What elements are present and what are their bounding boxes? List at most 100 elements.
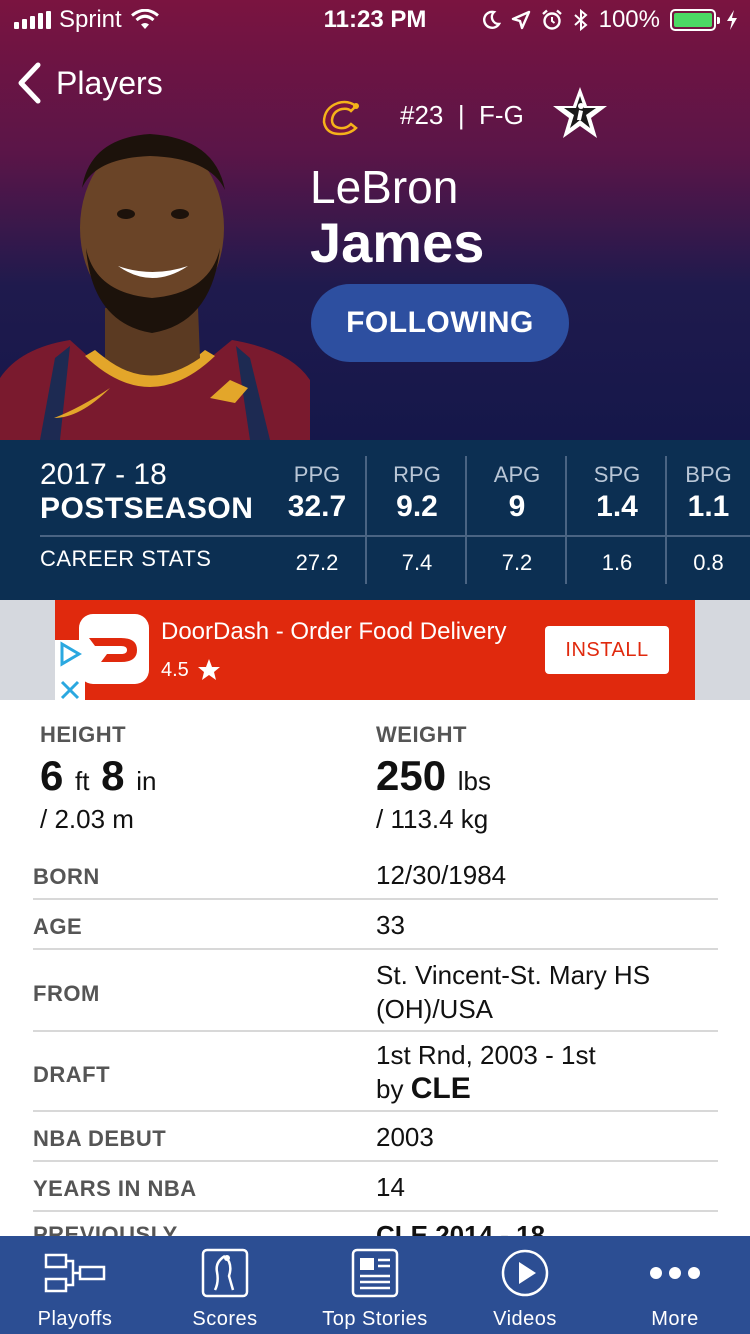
star-icon [197, 659, 220, 680]
stat-season-value: 9.2 [396, 490, 438, 523]
charging-icon [727, 10, 737, 30]
weight-unit: lbs [457, 766, 491, 796]
ad-choices[interactable] [55, 640, 85, 700]
bio-row-years: YEARS IN NBA 14 [33, 1162, 718, 1212]
bio-value: 14 [376, 1172, 405, 1202]
bio-row-from: FROM St. Vincent-St. Mary HS (OH)/USA [33, 950, 718, 1032]
bio-value: 12/30/1984 [376, 860, 507, 890]
from-line-1: St. Vincent-St. Mary HS [376, 960, 651, 990]
height-feet-unit: ft [75, 766, 90, 796]
stat-column-spg: SPG 1.4 1.6 [567, 456, 667, 584]
tab-playoffs[interactable]: Playoffs [0, 1236, 150, 1334]
stat-season-value: 1.4 [596, 490, 638, 523]
player-bio: HEIGHT 6 ft 8 in / 2.03 m WEIGHT 250 lbs… [0, 700, 750, 1236]
bio-key: FROM [33, 981, 100, 1006]
following-button[interactable]: FOLLOWING [311, 284, 569, 362]
location-icon [511, 10, 530, 30]
bio-row-debut: NBA DEBUT 2003 [33, 1112, 718, 1162]
ad-rating: 4.5 [161, 658, 221, 682]
bio-row-previously: PREVIOUSLY CLE 2014 - 18 [33, 1212, 718, 1236]
weight-metric: / 113.4 kg [376, 804, 489, 834]
bio-row-draft: DRAFT 1st Rnd, 2003 - 1st by CLE [33, 1032, 718, 1112]
player-headshot [0, 134, 310, 440]
tab-scores[interactable]: Scores [150, 1236, 300, 1334]
from-line-2: (OH)/USA [376, 994, 493, 1024]
battery-icon [670, 9, 720, 31]
draft-team-link[interactable]: CLE [411, 1072, 471, 1105]
bio-row-born: BORN 12/30/1984 [33, 852, 718, 900]
back-button[interactable]: Players [16, 62, 163, 104]
season-label: 2017 - 18 [40, 458, 167, 491]
height-label: HEIGHT [40, 722, 127, 747]
jersey-number-position: #23 | F-G [400, 100, 524, 130]
weight-number: 250 [376, 752, 447, 799]
bio-value: 33 [376, 910, 405, 940]
tab-label: Playoffs [37, 1308, 113, 1330]
bracket-icon [44, 1253, 106, 1293]
stat-career-value: 7.2 [501, 550, 533, 575]
battery-percent: 100% [598, 6, 660, 33]
bio-value: 2003 [376, 1122, 434, 1152]
bio-key: DRAFT [33, 1062, 111, 1087]
alarm-icon [541, 9, 562, 30]
stat-label: APG [493, 462, 541, 487]
news-icon [351, 1248, 399, 1298]
tab-more[interactable]: More [600, 1236, 750, 1334]
stats-panel: 2017 - 18 POSTSEASON CAREER STATS PPG 32… [0, 440, 750, 600]
stat-label: RPG [393, 462, 441, 487]
status-right: 100% [481, 6, 738, 34]
all-star-icon [553, 87, 607, 138]
season-type-label: POSTSEASON [40, 492, 254, 525]
bio-key: NBA DEBUT [33, 1126, 167, 1151]
bluetooth-icon [573, 8, 588, 32]
ad-banner: DoorDash - Order Food Delivery 4.5 INSTA… [0, 600, 750, 700]
stat-label: SPG [593, 462, 641, 487]
tab-label: More [651, 1308, 699, 1330]
tab-top-stories[interactable]: Top Stories [300, 1236, 450, 1334]
team-logo-icon [322, 100, 359, 136]
bio-value: 1st Rnd, 2003 - 1st by CLE [376, 1038, 596, 1106]
stat-column-bpg: BPG 1.1 0.8 [667, 456, 750, 584]
stat-label: BPG [685, 462, 732, 487]
tab-label: Videos [493, 1308, 557, 1330]
play-icon [501, 1249, 549, 1297]
bio-row-age: AGE 33 [33, 900, 718, 950]
height-value: 6 ft 8 in [40, 752, 156, 800]
player-header: Sprint 11:23 PM 100% Players #23 | F-G L… [0, 0, 750, 440]
more-icon [650, 1267, 700, 1279]
stat-column-apg: APG 9 7.2 [467, 456, 567, 584]
bio-value: St. Vincent-St. Mary HS (OH)/USA [376, 958, 650, 1026]
tab-label: Top Stories [322, 1308, 428, 1330]
chevron-left-icon [18, 62, 41, 104]
height-inches: 8 [101, 752, 125, 799]
player-last-name: James [310, 211, 485, 274]
install-button[interactable]: INSTALL [545, 626, 669, 674]
stat-career-value: 27.2 [295, 550, 339, 575]
tab-label: Scores [192, 1308, 258, 1330]
doordash-ad[interactable]: DoorDash - Order Food Delivery 4.5 INSTA… [55, 600, 695, 700]
player-first-name: LeBron [310, 161, 459, 213]
weight-value: 250 lbs [376, 752, 491, 800]
tab-videos[interactable]: Videos [450, 1236, 600, 1334]
ad-choices-icon [60, 641, 82, 667]
bio-key: PREVIOUSLY [33, 1222, 178, 1236]
stat-label: PPG [293, 462, 341, 487]
bio-key: AGE [33, 914, 83, 939]
stat-season-value: 32.7 [287, 490, 347, 523]
bio-key: YEARS IN NBA [33, 1176, 197, 1201]
status-bar: Sprint 11:23 PM 100% [0, 0, 750, 40]
stat-season-value: 1.1 [687, 490, 730, 523]
doordash-logo-icon [79, 614, 149, 684]
stat-column-ppg: PPG 32.7 27.2 [267, 456, 367, 584]
stat-column-rpg: RPG 9.2 7.4 [367, 456, 467, 584]
stat-career-value: 0.8 [693, 550, 724, 575]
back-label: Players [56, 64, 163, 101]
stat-career-value: 1.6 [601, 550, 633, 575]
height-metric: / 2.03 m [40, 804, 134, 834]
tab-bar: Playoffs Scores Top Stories Videos More [0, 1236, 750, 1334]
ad-title: DoorDash - Order Food Delivery [161, 618, 507, 645]
stat-career-value: 7.4 [401, 550, 433, 575]
height-inches-unit: in [136, 766, 157, 796]
draft-by: by [376, 1074, 404, 1104]
bio-value: CLE 2014 - 18 [376, 1220, 546, 1236]
